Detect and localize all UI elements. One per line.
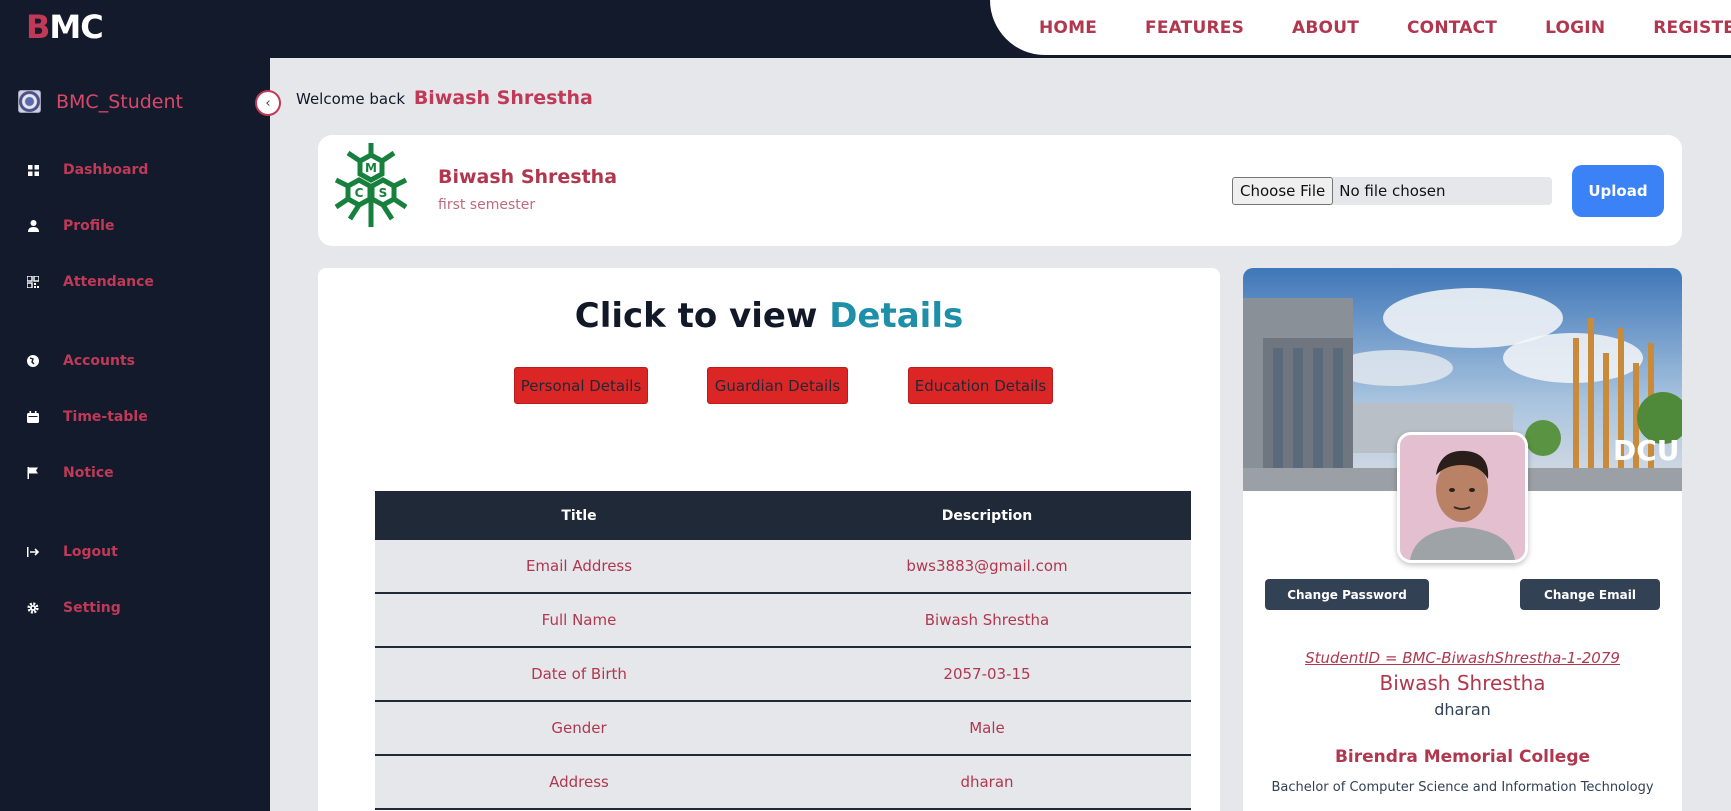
banner-text: DCU [1613,434,1680,467]
card-student-name: Biwash Shrestha [1379,671,1546,695]
main-nav: HOME FEATURES ABOUT CONTACT LOGIN REGIST… [990,0,1731,55]
details-table: Title Description Email Address bws3883@… [375,491,1191,810]
row-description: dharan [960,773,1014,791]
chevron-left-icon: ‹ [265,95,271,111]
nav-about[interactable]: ABOUT [1292,18,1359,38]
student-id-link[interactable]: StudentID = BMC-BiwashShrestha-1-2079 [1243,649,1682,667]
sidebar: BMC_Student Dashboard Profile Attendance… [0,58,270,811]
row-description: Male [969,719,1005,737]
sidebar-item-label: Setting [63,600,121,616]
sidebar-item-label: Logout [63,544,118,560]
table-row: Full Name Biwash Shrestha [375,594,1191,648]
details-title: Click to view Details [318,296,1220,336]
nav-contact[interactable]: CONTACT [1407,18,1497,38]
details-title-prefix: Click to view [574,296,818,336]
change-email-button[interactable]: Change Email [1520,579,1660,610]
table-header: Title Description [375,491,1191,540]
gear-icon [26,601,40,615]
row-description: Biwash Shrestha [924,611,1050,629]
brand-logo[interactable]: BMC [26,8,104,46]
student-id-card: DCU Change Password Change Email Student… [1243,268,1682,811]
user-avatar-icon [18,90,41,113]
top-bar: BMC HOME FEATURES ABOUT CONTACT LOGIN RE… [0,0,1731,58]
profile-card: M C S Biwash Shrestha first semester Cho… [318,135,1682,246]
sidebar-item-attendance[interactable]: Attendance [26,274,154,290]
card-student-city: dharan [1434,700,1491,719]
row-description: 2057-03-15 [943,665,1031,683]
sidebar-item-dashboard[interactable]: Dashboard [26,162,148,178]
sidebar-item-label: Time-table [63,409,148,425]
sidebar-item-label: Profile [63,218,115,234]
globe-icon [26,354,40,368]
sidebar-item-label: Dashboard [63,162,149,178]
row-title: Gender [551,719,607,737]
table-row: Date of Birth 2057-03-15 [375,648,1191,702]
sidebar-username: BMC_Student [56,90,183,113]
student-photo [1397,432,1528,563]
profile-name: Biwash Shrestha [438,166,618,188]
row-title: Date of Birth [531,665,627,683]
welcome-prefix: Welcome back [296,90,406,108]
column-header-title: Title [561,507,597,524]
guardian-details-button[interactable]: Guardian Details [707,367,848,404]
education-details-button[interactable]: Education Details [908,367,1053,404]
welcome-message: Welcome back Biwash Shrestha [296,87,593,109]
logo-letters-mc: MC [49,8,103,46]
row-title: Full Name [541,611,617,629]
row-title: Email Address [525,557,633,575]
sidebar-item-label: Notice [63,465,114,481]
logout-icon [26,545,40,559]
flag-icon [26,466,40,480]
table-row: Gender Male [375,702,1191,756]
sidebar-item-label: Accounts [63,353,136,369]
logo-letter-c: C [355,186,364,200]
sidebar-user: BMC_Student [18,90,183,113]
table-row: Email Address bws3883@gmail.com [375,540,1191,594]
college-hexagon-logo: M C S [334,143,408,227]
grid-icon [26,163,40,177]
welcome-name: Biwash Shrestha [413,87,593,109]
sidebar-item-accounts[interactable]: Accounts [26,353,135,369]
profile-semester: first semester [438,197,536,213]
card-program: Bachelor of Computer Science and Informa… [1271,780,1654,795]
logo-letter-s: S [379,186,388,200]
qr-icon [26,275,40,289]
row-description: bws3883@gmail.com [906,557,1068,575]
personal-details-button[interactable]: Personal Details [514,367,648,404]
sidebar-item-label: Attendance [63,274,154,290]
file-input[interactable]: Choose File No file chosen [1232,177,1552,205]
card-college-name: Birendra Memorial College [1334,747,1591,767]
sidebar-collapse-button[interactable]: ‹ [255,90,281,116]
column-header-description: Description [941,507,1033,524]
calendar-icon [26,410,40,424]
sidebar-item-setting[interactable]: Setting [26,600,121,616]
sidebar-item-logout[interactable]: Logout [26,544,118,560]
nav-login[interactable]: LOGIN [1545,18,1605,38]
sidebar-item-timetable[interactable]: Time-table [26,409,148,425]
logo-letter-b: B [26,8,50,46]
nav-features[interactable]: FEATURES [1145,18,1244,38]
table-row: Address dharan [375,756,1191,810]
sidebar-item-notice[interactable]: Notice [26,465,114,481]
file-status: No file chosen [1339,182,1446,200]
change-password-button[interactable]: Change Password [1265,579,1429,610]
row-title: Address [549,773,609,791]
details-card: Click to view Details Personal Details G… [318,268,1220,811]
choose-file-button[interactable]: Choose File [1232,177,1334,205]
nav-register[interactable]: REGISTER [1653,18,1731,38]
upload-button[interactable]: Upload [1572,165,1664,217]
user-icon [26,219,40,233]
details-title-highlight: Details [829,296,964,336]
logo-letter-m: M [365,161,377,175]
nav-home[interactable]: HOME [1039,18,1097,38]
sidebar-item-profile[interactable]: Profile [26,218,114,234]
